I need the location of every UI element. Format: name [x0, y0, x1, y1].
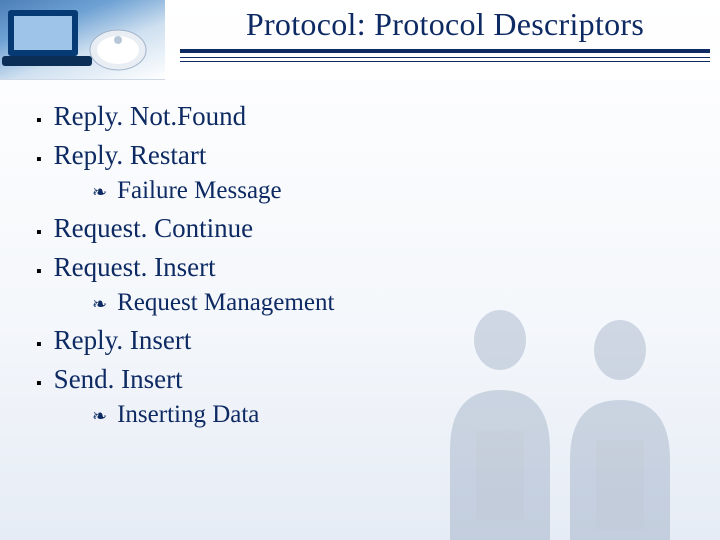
laptop-mouse-icon: [0, 0, 165, 80]
bullet-text: Reply. Not.Found: [54, 101, 247, 132]
bullet-lvl2: ❧ Inserting Data: [92, 401, 690, 429]
square-bullet-icon: ▪: [36, 370, 42, 397]
title-underline: [180, 49, 710, 63]
bullet-text: Failure Message: [117, 177, 282, 205]
title-area: Protocol: Protocol Descriptors: [180, 6, 710, 63]
bullet-lvl1: ▪ Send. Insert: [36, 364, 690, 397]
leaf-bullet-icon: ❧: [92, 180, 107, 205]
content-area: ▪ Reply. Not.Found ▪ Reply. Restart ❧ Fa…: [36, 95, 690, 437]
bullet-lvl1: ▪ Reply. Not.Found: [36, 101, 690, 134]
square-bullet-icon: ▪: [36, 146, 42, 173]
square-bullet-icon: ▪: [36, 258, 42, 285]
bullet-lvl2: ❧ Request Management: [92, 289, 690, 317]
square-bullet-icon: ▪: [36, 331, 42, 358]
bullet-text: Reply. Insert: [54, 325, 192, 356]
bullet-lvl1: ▪ Request. Continue: [36, 213, 690, 246]
bullet-lvl2: ❧ Failure Message: [92, 177, 690, 205]
leaf-bullet-icon: ❧: [92, 404, 107, 429]
bullet-text: Inserting Data: [117, 401, 259, 429]
square-bullet-icon: ▪: [36, 219, 42, 246]
slide-title: Protocol: Protocol Descriptors: [180, 6, 710, 43]
bullet-lvl1: ▪ Request. Insert: [36, 252, 690, 285]
bullet-text: Request. Insert: [54, 252, 216, 283]
bullet-text: Reply. Restart: [54, 140, 207, 171]
bullet-text: Request Management: [117, 289, 334, 317]
square-bullet-icon: ▪: [36, 107, 42, 134]
bullet-lvl1: ▪ Reply. Restart: [36, 140, 690, 173]
leaf-bullet-icon: ❧: [92, 292, 107, 317]
bullet-text: Send. Insert: [54, 364, 183, 395]
bullet-lvl1: ▪ Reply. Insert: [36, 325, 690, 358]
corner-decorative-image: [0, 0, 165, 80]
bullet-text: Request. Continue: [54, 213, 253, 244]
slide: Protocol: Protocol Descriptors ▪ Reply. …: [0, 0, 720, 540]
